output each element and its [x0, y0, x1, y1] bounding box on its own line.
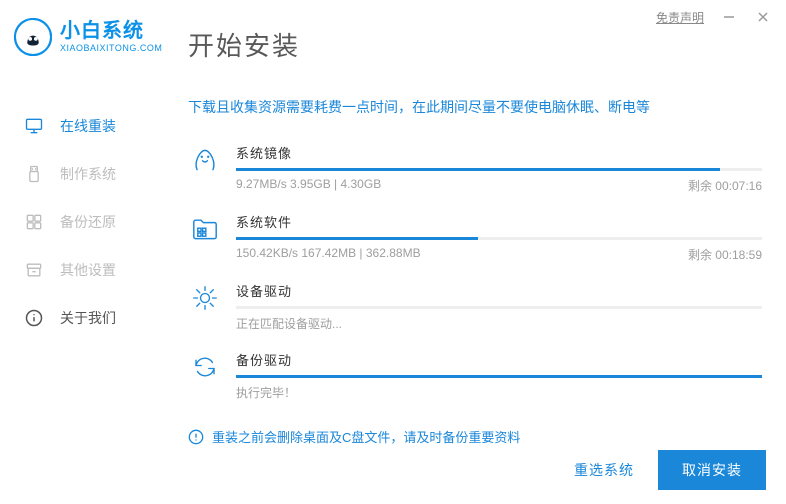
penguin-icon [188, 143, 222, 177]
task-system-software: 系统软件 150.42KB/s 167.42MB | 362.88MB 剩余 0… [188, 204, 762, 273]
grid-icon [24, 212, 44, 232]
task-title: 系统镜像 [236, 143, 292, 162]
alert-icon [188, 429, 204, 445]
sidebar: 在线重装 制作系统 备份还原 其他设置 关于我们 [0, 72, 170, 342]
warning-banner: 重装之前会删除桌面及C盘文件，请及时备份重要资料 [188, 427, 762, 446]
cancel-install-button[interactable]: 取消安装 [658, 450, 766, 490]
task-system-image: 系统镜像 9.27MB/s 3.95GB | 4.30GB 剩余 00:07:1… [188, 135, 762, 204]
sidebar-item-label: 在线重装 [60, 116, 116, 136]
task-device-driver: 设备驱动 正在匹配设备驱动... [188, 273, 762, 342]
reselect-system-button[interactable]: 重选系统 [564, 452, 644, 488]
sidebar-item-backup-restore[interactable]: 备份还原 [0, 198, 170, 246]
disclaimer-link[interactable]: 免责声明 [656, 9, 704, 26]
minimize-button[interactable] [720, 8, 738, 26]
task-detail: 正在匹配设备驱动... [236, 315, 342, 332]
progress-bar [236, 375, 762, 378]
progress-bar [236, 306, 762, 309]
minimize-icon [722, 10, 736, 24]
task-detail: 9.27MB/s 3.95GB | 4.30GB [236, 177, 381, 194]
logo-subtitle: XIAOBAIXITONG.COM [60, 43, 162, 53]
info-icon [24, 308, 44, 328]
task-remaining: 剩余 00:18:59 [688, 246, 762, 263]
sidebar-item-label: 备份还原 [60, 212, 116, 232]
usb-icon [24, 164, 44, 184]
progress-bar [236, 168, 762, 171]
task-remaining: 剩余 00:07:16 [688, 177, 762, 194]
warning-text: 重装之前会删除桌面及C盘文件，请及时备份重要资料 [212, 427, 520, 446]
close-button[interactable] [754, 8, 772, 26]
sidebar-item-about-us[interactable]: 关于我们 [0, 294, 170, 342]
logo-mark-icon [14, 18, 52, 56]
page-tip: 下载且收集资源需要耗费一点时间，在此期间尽量不要使电脑休眠、断电等 [188, 97, 762, 117]
task-detail: 执行完毕！ [236, 384, 296, 401]
sidebar-item-make-system[interactable]: 制作系统 [0, 150, 170, 198]
logo-title: 小白系统 [60, 21, 162, 41]
sync-icon [188, 350, 222, 384]
sidebar-item-label: 关于我们 [60, 308, 116, 328]
sidebar-item-label: 制作系统 [60, 164, 116, 184]
sidebar-item-online-reinstall[interactable]: 在线重装 [0, 102, 170, 150]
folder-apps-icon [188, 212, 222, 246]
task-title: 备份驱动 [236, 350, 292, 369]
close-icon [756, 10, 770, 24]
task-title: 系统软件 [236, 212, 292, 231]
sidebar-item-label: 其他设置 [60, 260, 116, 280]
task-backup-driver: 备份驱动 执行完毕！ [188, 342, 762, 411]
monitor-icon [24, 116, 44, 136]
task-title: 设备驱动 [236, 281, 292, 300]
task-detail: 150.42KB/s 167.42MB | 362.88MB [236, 246, 421, 263]
sidebar-item-other-settings[interactable]: 其他设置 [0, 246, 170, 294]
archive-icon [24, 260, 44, 280]
app-logo: 小白系统 XIAOBAIXITONG.COM [14, 18, 162, 56]
main-panel: 开始安装 下载且收集资源需要耗费一点时间，在此期间尽量不要使电脑休眠、断电等 系… [188, 16, 762, 444]
progress-bar [236, 237, 762, 240]
footer-actions: 重选系统 取消安装 [564, 450, 766, 490]
gear-icon [188, 281, 222, 315]
